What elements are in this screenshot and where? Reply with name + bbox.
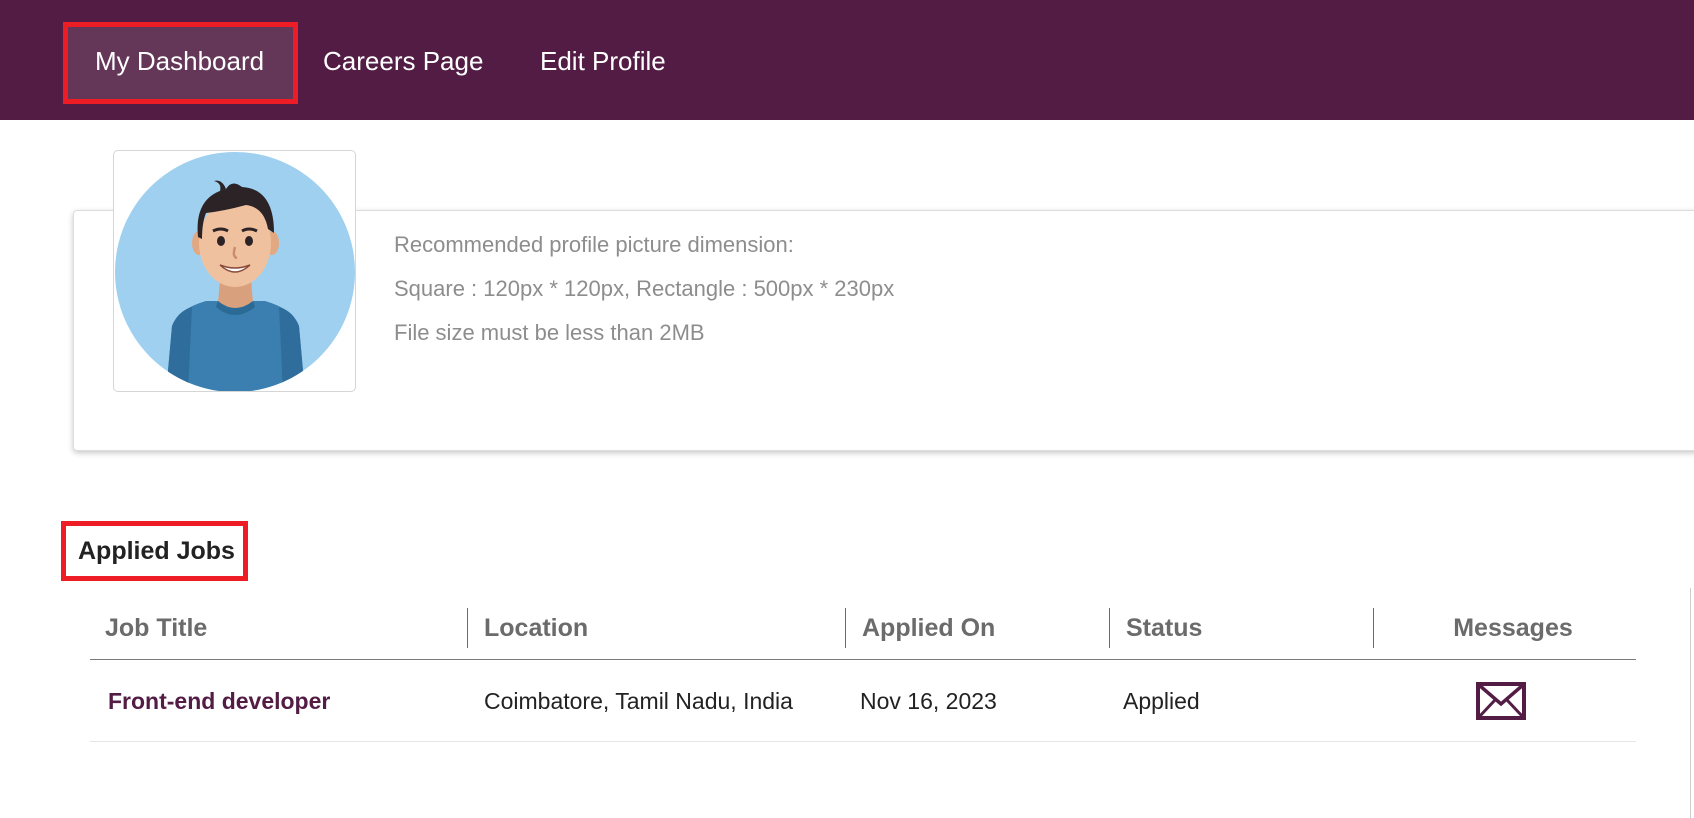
job-status: Applied: [1123, 688, 1200, 714]
applied-jobs-heading: Applied Jobs: [61, 521, 248, 581]
profile-picture-note-sizes: Square : 120px * 120px, Rectangle : 500p…: [394, 276, 895, 301]
profile-picture-note-dimension: Recommended profile picture dimension:: [394, 232, 794, 257]
envelope-icon: [1476, 682, 1526, 720]
applied-jobs-table: Job Title Location Applied On Status Mes…: [90, 602, 1636, 742]
nav-my-dashboard[interactable]: My Dashboard: [63, 22, 298, 104]
job-title-link[interactable]: Front-end developer: [108, 660, 330, 742]
scroll-edge: [1690, 588, 1694, 818]
top-navigation: My Dashboard Careers Page Edit Profile: [0, 0, 1694, 120]
column-header-messages: Messages: [1373, 608, 1636, 648]
job-applied-on: Nov 16, 2023: [860, 688, 997, 714]
column-header-applied-on: Applied On: [845, 608, 995, 648]
user-avatar-icon: [115, 152, 355, 391]
column-header-job-title: Job Title: [105, 614, 208, 642]
column-header-location: Location: [467, 608, 588, 648]
profile-picture[interactable]: [113, 150, 356, 392]
column-header-status: Status: [1109, 608, 1202, 648]
job-location: Coimbatore, Tamil Nadu, India: [484, 688, 793, 714]
table-header: Job Title Location Applied On Status Mes…: [90, 602, 1636, 660]
nav-edit-profile[interactable]: Edit Profile: [512, 26, 694, 100]
table-row: Front-end developer Coimbatore, Tamil Na…: [90, 660, 1636, 742]
messages-button[interactable]: [1476, 682, 1526, 720]
nav-careers-page[interactable]: Careers Page: [295, 26, 511, 100]
profile-picture-note-filesize: File size must be less than 2MB: [394, 320, 705, 345]
